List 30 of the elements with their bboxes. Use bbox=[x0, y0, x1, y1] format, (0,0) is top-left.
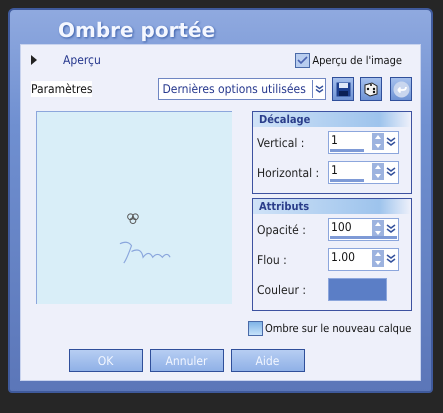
checkbox-label: Ombre sur le nouveau calque bbox=[265, 322, 412, 335]
field-label: Opacité : bbox=[257, 222, 307, 236]
field-label: Horizontal : bbox=[257, 166, 320, 180]
field-label: Couleur : bbox=[257, 282, 307, 296]
group-title: Décalage bbox=[253, 112, 411, 127]
spin-arrows-icon[interactable] bbox=[372, 162, 398, 181]
dice-icon bbox=[363, 81, 380, 97]
expand-triangle-icon[interactable] bbox=[31, 55, 37, 65]
field-label: Flou : bbox=[257, 252, 288, 266]
number-field[interactable]: 100 bbox=[328, 218, 399, 241]
preview-checkbox[interactable] bbox=[295, 52, 310, 68]
layer-checkbox[interactable] bbox=[248, 321, 263, 336]
number-field[interactable]: 1.00 bbox=[328, 248, 399, 271]
spin-arrows-icon[interactable] bbox=[372, 132, 398, 151]
window-title: Ombre portée bbox=[58, 18, 216, 44]
presets-dropdown[interactable]: Dernières options utilisées bbox=[158, 78, 326, 100]
reset-button[interactable] bbox=[390, 77, 412, 101]
preview-toggle[interactable]: Aperçu bbox=[63, 53, 101, 67]
spin-arrows-icon[interactable] bbox=[372, 249, 398, 268]
spin-arrows-icon[interactable] bbox=[372, 219, 398, 238]
randomize-button[interactable] bbox=[360, 77, 382, 101]
number-field[interactable]: 1 bbox=[328, 131, 399, 154]
chevron-down-icon[interactable] bbox=[314, 85, 324, 93]
checkbox-label: Aperçu de l'image bbox=[312, 54, 402, 66]
field-label: Vertical : bbox=[257, 136, 306, 150]
color-swatch[interactable] bbox=[328, 278, 387, 301]
presets-label: Paramètres bbox=[31, 81, 92, 97]
save-button[interactable] bbox=[332, 77, 354, 101]
group-title: Attributs bbox=[253, 199, 411, 214]
number-field[interactable]: 1 bbox=[328, 161, 399, 184]
